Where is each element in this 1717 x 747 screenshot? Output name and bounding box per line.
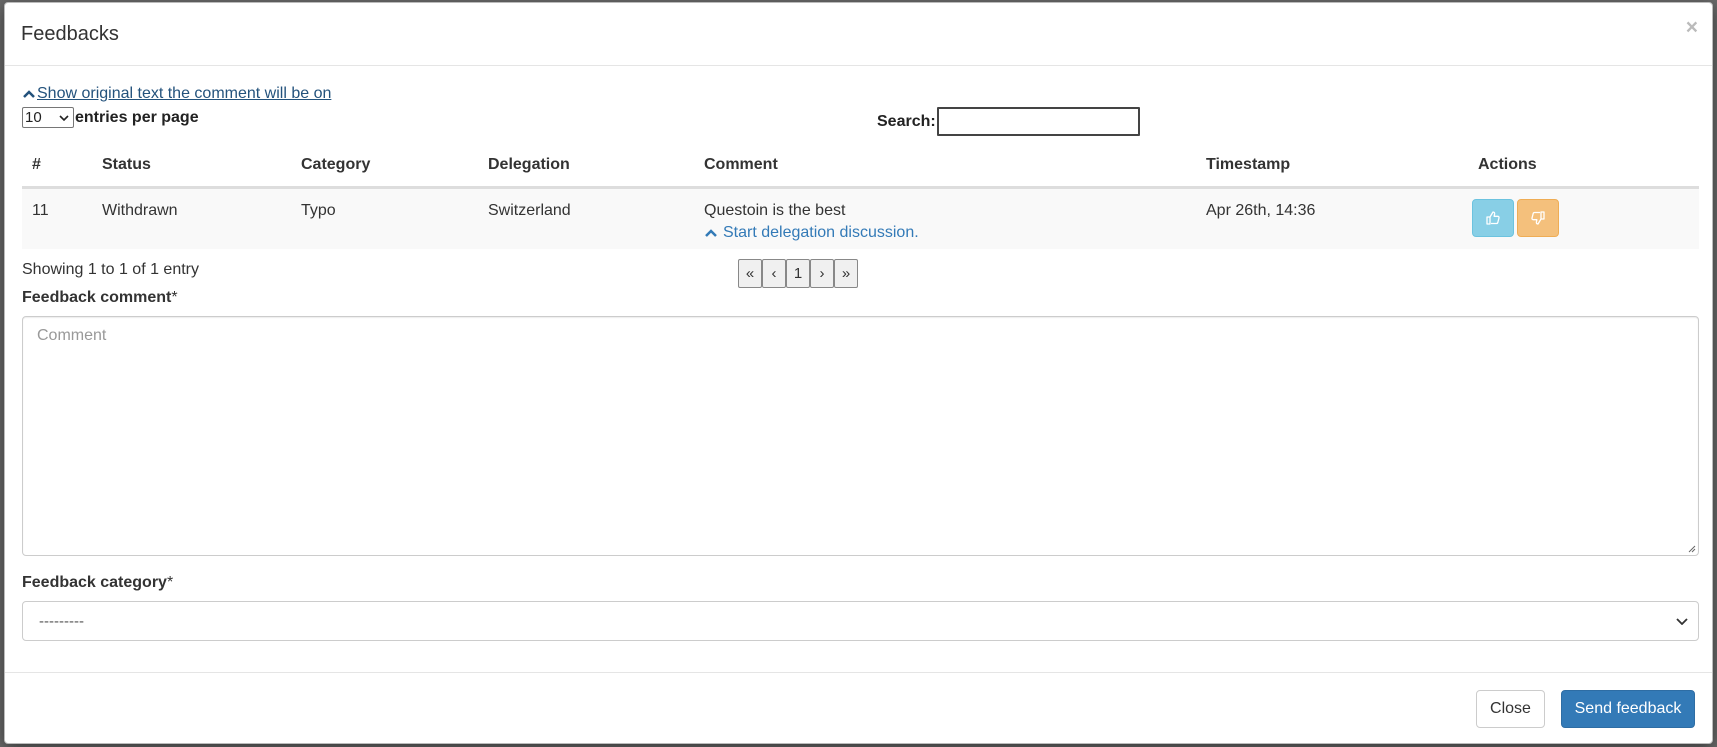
feedback-table: # Status Category Delegation Comment Tim… (22, 145, 1699, 249)
like-button[interactable] (1472, 198, 1514, 237)
page-prev-button[interactable]: ‹ (762, 259, 786, 288)
start-discussion-link[interactable]: Start delegation discussion. (704, 224, 1186, 242)
entries-per-page-value: 10 (25, 109, 42, 126)
cell-status: Withdrawn (92, 187, 291, 249)
thumbs-down-icon (1531, 210, 1545, 225)
feedback-category-value: --------- (39, 612, 84, 630)
comment-placeholder: Comment (37, 327, 107, 344)
dislike-button[interactable] (1517, 198, 1559, 237)
column-header-comment[interactable]: Comment (694, 145, 1196, 189)
show-original-text-label: Show original text the comment will be o… (37, 85, 332, 102)
feedback-category-label: Feedback category* (22, 574, 173, 592)
feedback-category-label-text: Feedback category (22, 574, 167, 591)
cell-id: 11 (22, 187, 92, 249)
close-button[interactable]: Close (1476, 690, 1545, 728)
entries-length-control: 10 entries per page (22, 107, 199, 128)
modal-title: Feedbacks (21, 23, 119, 45)
search-control: Search: (877, 107, 1140, 136)
comment-text: Questoin is the best (704, 201, 846, 219)
cell-category: Typo (291, 187, 478, 249)
pagination: « ‹ 1 › » (738, 259, 858, 288)
feedback-comment-textarea[interactable]: Comment (22, 316, 1699, 556)
entries-per-page-label: entries per page (75, 108, 199, 126)
chevron-up-icon (705, 228, 717, 237)
chevron-down-icon (59, 114, 69, 121)
send-feedback-button[interactable]: Send feedback (1561, 690, 1695, 728)
page-last-button[interactable]: » (834, 259, 858, 288)
search-label: Search: (877, 112, 936, 130)
modal-footer: Close Send feedback (5, 672, 1712, 745)
chevron-down-icon (1676, 618, 1688, 625)
feedback-modal: Feedbacks × Show original text the comme… (4, 2, 1713, 744)
page-next-button[interactable]: › (810, 259, 834, 288)
search-input[interactable] (936, 107, 1140, 136)
page-current-button[interactable]: 1 (786, 259, 810, 288)
required-marker: * (166, 574, 174, 591)
table-row: 11 Withdrawn Typo Switzerland Questoin i… (22, 187, 1699, 249)
feedback-comment-label: Feedback comment* (22, 289, 178, 307)
table-header-row: # Status Category Delegation Comment Tim… (22, 145, 1699, 189)
column-header-timestamp[interactable]: Timestamp (1196, 145, 1468, 189)
column-header-actions: Actions (1468, 145, 1699, 189)
column-header-delegation[interactable]: Delegation (478, 145, 694, 189)
cell-delegation: Switzerland (478, 187, 694, 249)
feedback-category-select[interactable]: --------- (22, 601, 1699, 641)
column-header-category[interactable]: Category (291, 145, 478, 189)
column-header-status[interactable]: Status (92, 145, 291, 189)
cell-timestamp: Apr 26th, 14:36 (1196, 187, 1468, 249)
required-marker: * (171, 289, 178, 306)
chevron-up-icon (23, 90, 35, 98)
close-icon[interactable]: × (1686, 17, 1698, 38)
show-original-text-link[interactable]: Show original text the comment will be o… (22, 85, 331, 103)
modal-header: Feedbacks × (5, 3, 1712, 66)
table-info: Showing 1 to 1 of 1 entry (22, 261, 199, 278)
resize-handle-icon[interactable] (1686, 543, 1696, 553)
cell-comment: Questoin is the best Start delegation di… (694, 187, 1196, 249)
page-first-button[interactable]: « (738, 259, 762, 288)
cell-actions (1468, 187, 1699, 249)
start-discussion-label: Start delegation discussion. (723, 223, 919, 241)
column-header-id[interactable]: # (22, 145, 92, 189)
entries-per-page-select[interactable]: 10 (22, 107, 74, 128)
feedback-comment-label-text: Feedback comment (22, 289, 172, 306)
thumbs-up-icon (1486, 210, 1500, 225)
